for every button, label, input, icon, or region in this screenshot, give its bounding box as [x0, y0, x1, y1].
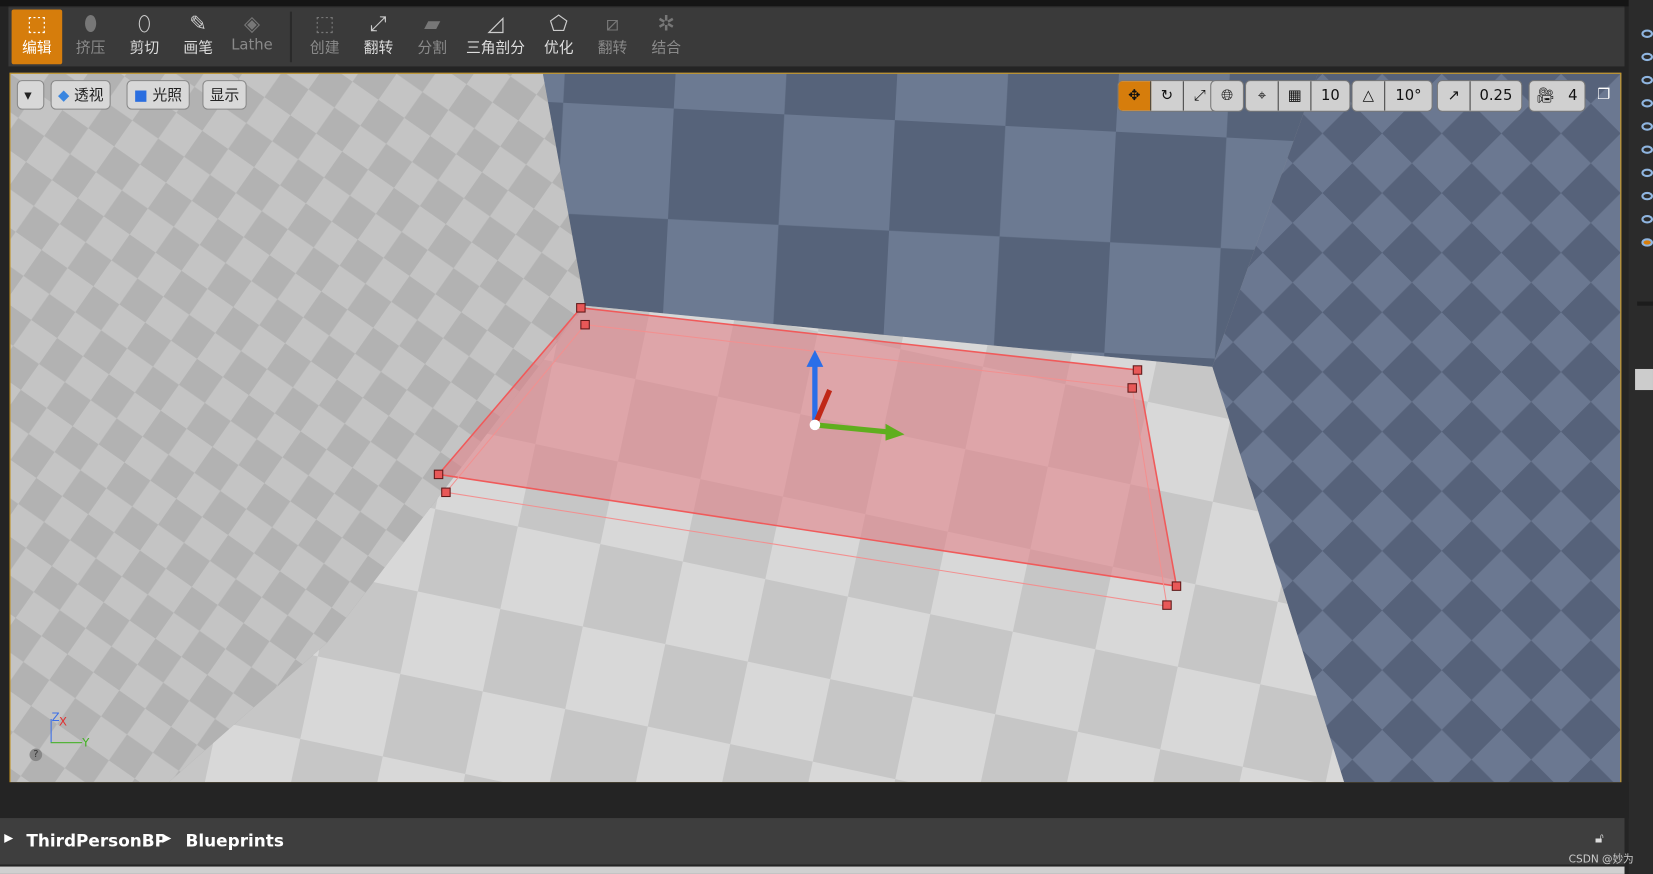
show-label: 显示 — [209, 87, 240, 105]
camera-speed-value: 4 — [1568, 87, 1578, 105]
viewport-options-dropdown[interactable]: ▾ — [16, 80, 45, 110]
tool-label: 编辑 — [22, 40, 52, 57]
visibility-eye-icon[interactable] — [1641, 75, 1653, 85]
lathe-icon: ◈ — [243, 10, 261, 36]
tool-label: 剪切 — [129, 40, 160, 57]
help-icon[interactable]: ? — [29, 748, 43, 762]
lock-icon[interactable]: 🔓︎ — [1595, 831, 1604, 847]
visibility-eye-icon-selected[interactable] — [1641, 238, 1653, 247]
turn-icon: ⧄ — [605, 10, 620, 36]
create-icon: ⬚ — [314, 10, 335, 36]
tool-label: 创建 — [309, 40, 340, 57]
scale-snap-group: ↗ 0.25 — [1436, 80, 1523, 112]
scale-snap-value[interactable]: 0.25 — [1471, 81, 1522, 111]
perspective-button[interactable]: ◆ 透视 — [50, 80, 111, 110]
path-arrow-icon[interactable]: ▶ — [162, 831, 171, 845]
scale-snap-icon[interactable]: ↗ — [1438, 81, 1471, 111]
watermark: CSDN @妙为 — [1568, 853, 1634, 866]
select-edit-icon: ⬚ — [26, 10, 47, 36]
grid-icon[interactable]: ▦ — [1279, 81, 1312, 111]
flip-icon: ⤢ — [370, 10, 387, 36]
perspective-label: 透视 — [74, 87, 104, 105]
editor-window: ⬚ 编辑 ⬮ 挤压 ⬯ 剪切 ✎ 画笔 ◈ Lathe ⬚ 创建 ⤢ 翻转 ▰ 分割 ◿ 三角剖分… — [0, 0, 1653, 874]
camera-icon: 🎥︎ — [1536, 87, 1555, 105]
grid-snap-group: ⌖ ▦ 10 — [1245, 80, 1351, 112]
tool-label: 三角剖分 — [465, 40, 525, 57]
visibility-eye-icon[interactable] — [1641, 52, 1653, 62]
tool-weld[interactable]: ✲ 结合 — [641, 9, 692, 64]
tool-create[interactable]: ⬚ 创建 — [299, 9, 350, 64]
content-browser-path: ▶ ThirdPersonBP ▶ Blueprints 🔓︎ — [0, 818, 1625, 865]
geometry-mode-toolbar: ⬚ 编辑 ⬮ 挤压 ⬯ 剪切 ✎ 画笔 ◈ Lathe ⬚ 创建 ⤢ 翻转 ▰ 分割 ◿ 三角剖分… — [8, 6, 1625, 67]
split-icon: ▰ — [424, 10, 441, 36]
level-viewport[interactable]: ▾ ◆ 透视 ■ 光照 显示 ✥ ↻ ⤢ 🌐︎ ⌖ ▦ 10 △ 10° ↗ 0.25 🎥︎… — [9, 72, 1622, 784]
lighting-label: 光照 — [152, 87, 183, 105]
tool-label: 翻转 — [363, 40, 394, 57]
tool-edit[interactable]: ⬚ 编辑 — [11, 9, 63, 65]
lit-cube-icon: ■ — [133, 87, 148, 105]
tool-label: 翻转 — [597, 40, 628, 57]
angle-icon[interactable]: △ — [1353, 81, 1386, 111]
tool-label: 画笔 — [183, 40, 213, 57]
visibility-eye-icon[interactable] — [1641, 29, 1653, 38]
visibility-eye-icon[interactable] — [1641, 145, 1653, 154]
rotation-snap-group: △ 10° — [1351, 80, 1433, 112]
cut-icon: ⬯ — [137, 10, 152, 36]
tool-turn[interactable]: ⧄ 翻转 — [587, 9, 638, 64]
tool-label: Lathe — [231, 36, 273, 54]
pen-icon: ✎ — [189, 10, 208, 36]
toolbar-divider — [289, 11, 293, 63]
tool-label: 优化 — [543, 40, 574, 57]
grid-snap-value[interactable]: 10 — [1311, 81, 1349, 111]
show-button[interactable]: 显示 — [202, 80, 247, 110]
maximize-viewport-icon[interactable]: ❐ — [1597, 86, 1610, 103]
rotate-icon[interactable]: ↻ — [1151, 81, 1184, 111]
path-arrow-icon[interactable]: ▶ — [4, 831, 13, 845]
camera-speed-button[interactable]: 🎥︎ 4 — [1528, 80, 1586, 112]
tool-split[interactable]: ▰ 分割 — [407, 9, 458, 64]
move-icon[interactable]: ✥ — [1118, 81, 1152, 111]
panel-gap — [0, 782, 1629, 819]
visibility-eye-icon[interactable] — [1641, 99, 1653, 108]
tool-pen[interactable]: ✎ 画笔 — [173, 9, 224, 64]
tool-lathe[interactable]: ◈ Lathe — [227, 9, 278, 64]
tool-cut[interactable]: ⬯ 剪切 — [119, 9, 170, 64]
surface-snap-icon[interactable]: ⌖ — [1246, 81, 1279, 111]
visibility-eye-icon[interactable] — [1641, 191, 1653, 201]
transform-mode-group: ✥ ↻ ⤢ — [1117, 80, 1217, 112]
visibility-eye-icon[interactable] — [1641, 122, 1653, 131]
tool-optimize[interactable]: ⬠ 优化 — [533, 9, 584, 64]
outliner-panel-edge — [1628, 0, 1653, 874]
tool-label: 挤压 — [75, 40, 106, 57]
tool-triangulate[interactable]: ◿ 三角剖分 — [462, 9, 529, 64]
path-item[interactable]: ThirdPersonBP — [26, 831, 167, 851]
triangulate-icon: ◿ — [487, 10, 504, 36]
search-field-edge[interactable] — [1635, 368, 1653, 391]
tool-label: 分割 — [417, 40, 447, 57]
axis-x: X — [59, 714, 67, 729]
weld-icon: ✲ — [657, 10, 676, 36]
rotation-snap-value[interactable]: 10° — [1385, 81, 1431, 111]
tool-extrude[interactable]: ⬮ 挤压 — [65, 9, 116, 64]
lighting-button[interactable]: ■ 光照 — [126, 80, 190, 110]
visibility-eye-icon[interactable] — [1641, 168, 1653, 178]
tool-label: 结合 — [651, 40, 682, 57]
axis-y: Y — [82, 735, 90, 750]
perspective-icon: ◆ — [57, 87, 70, 105]
asset-area — [0, 866, 1625, 874]
globe-icon: 🌐︎ — [1221, 87, 1233, 105]
chevron-down-icon: ▾ — [24, 87, 32, 105]
optimize-icon: ⬠ — [549, 10, 568, 36]
scene — [10, 73, 1621, 783]
world-local-toggle[interactable]: 🌐︎ — [1210, 80, 1244, 112]
visibility-eye-icon[interactable] — [1641, 215, 1653, 224]
extrude-icon: ⬮ — [84, 10, 98, 36]
path-item[interactable]: Blueprints — [186, 831, 284, 851]
tool-flip[interactable]: ⤢ 翻转 — [353, 9, 404, 64]
